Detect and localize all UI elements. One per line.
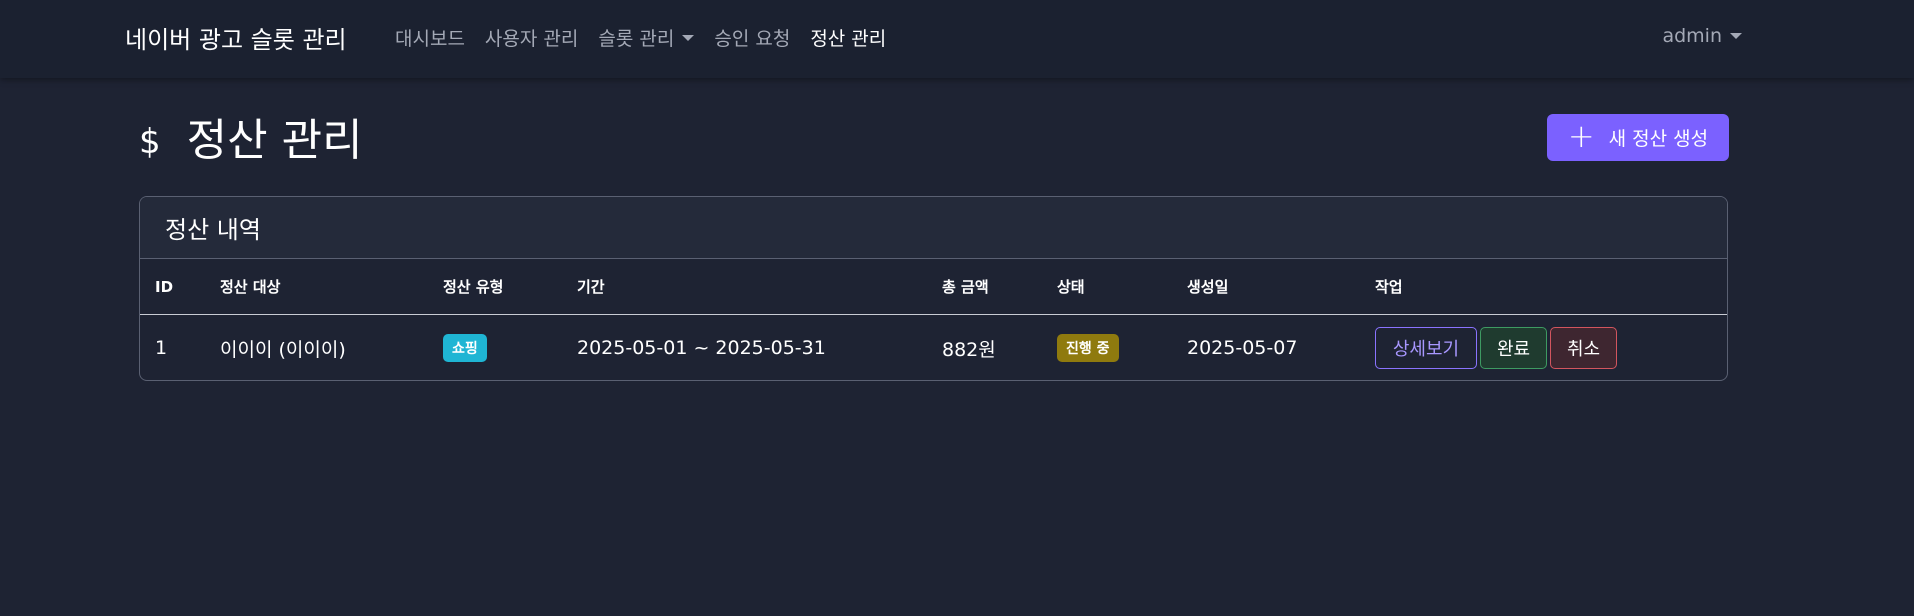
plus-icon: + (1567, 117, 1595, 155)
cell-created: 2025-05-07 (1187, 337, 1298, 359)
status-badge: 진행 중 (1057, 334, 1119, 362)
cell-status: 진행 중 (1057, 315, 1187, 381)
nav-links: 대시보드 사용자 관리 슬롯 관리 승인 요청 정산 관리 (395, 24, 906, 51)
settlement-card: 정산 내역 ID 정산 대상 정산 유형 기간 총 금액 상태 생성일 작업 1… (139, 196, 1728, 381)
detail-button[interactable]: 상세보기 (1375, 327, 1477, 369)
nav-item-label: 사용자 관리 (484, 28, 579, 50)
complete-button[interactable]: 완료 (1480, 327, 1547, 369)
cell-id: 1 (155, 337, 168, 359)
table-header-row: ID 정산 대상 정산 유형 기간 총 금액 상태 생성일 작업 (140, 259, 1727, 315)
column-header-amount: 총 금액 (942, 259, 1057, 315)
page-title: 정산 관리 (186, 115, 363, 166)
column-header-status: 상태 (1057, 259, 1187, 315)
nav-item-label: 승인 요청 (714, 28, 791, 50)
cell-amount: 882원 (942, 338, 996, 361)
column-header-id: ID (140, 259, 220, 315)
nav-item-settlement-management[interactable]: 정산 관리 (810, 24, 886, 51)
nav-item-user-management[interactable]: 사용자 관리 (485, 24, 578, 51)
chevron-down-icon (1730, 33, 1742, 39)
dollar-icon: $ (139, 122, 161, 162)
column-header-type: 정산 유형 (443, 259, 577, 315)
column-header-created: 생성일 (1187, 259, 1375, 315)
cell-period: 2025-05-01 ~ 2025-05-31 (577, 337, 826, 359)
column-header-actions: 작업 (1375, 259, 1727, 315)
cancel-button[interactable]: 취소 (1550, 327, 1617, 369)
cell-target: 이이이 (이이이) (220, 338, 346, 361)
user-name: admin (1662, 25, 1722, 47)
column-header-period: 기간 (577, 259, 942, 315)
brand-title[interactable]: 네이버 광고 슬롯 관리 (125, 20, 347, 55)
nav-item-label: 슬롯 관리 (598, 28, 675, 50)
new-settlement-button[interactable]: + 새 정산 생성 (1547, 114, 1729, 161)
nav-item-approval-requests[interactable]: 승인 요청 (714, 24, 790, 51)
chevron-down-icon (682, 34, 695, 41)
cell-actions: 상세보기 완료 취소 (1375, 315, 1727, 381)
type-badge: 쇼핑 (443, 334, 487, 362)
settlement-table: ID 정산 대상 정산 유형 기간 총 금액 상태 생성일 작업 1 이이이 (… (140, 259, 1727, 381)
page-header: $ 정산 관리 (139, 104, 363, 168)
column-header-target: 정산 대상 (220, 259, 443, 315)
user-menu[interactable]: admin (1662, 25, 1742, 47)
top-navbar: 네이버 광고 슬롯 관리 대시보드 사용자 관리 슬롯 관리 승인 요청 정산 … (0, 0, 1914, 78)
table-row: 1 이이이 (이이이) 쇼핑 2025-05-01 ~ 2025-05-31 8… (140, 315, 1727, 381)
card-title: 정산 내역 (140, 197, 1727, 259)
nav-item-slot-management[interactable]: 슬롯 관리 (598, 24, 695, 51)
nav-item-label: 대시보드 (395, 28, 465, 50)
nav-item-dashboard[interactable]: 대시보드 (395, 24, 465, 51)
nav-item-label: 정산 관리 (810, 28, 887, 50)
new-settlement-label: 새 정산 생성 (1608, 128, 1709, 150)
cell-type: 쇼핑 (443, 315, 577, 381)
